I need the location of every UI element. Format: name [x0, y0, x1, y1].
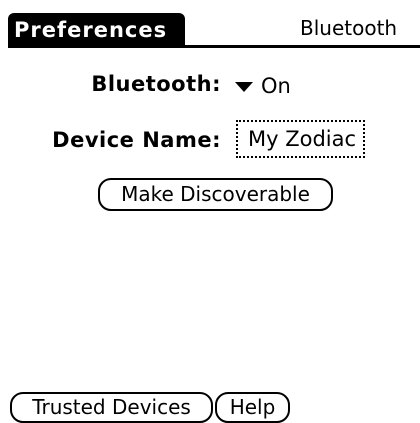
dropdown-arrow-icon	[235, 82, 253, 92]
title-underline	[8, 45, 420, 48]
bluetooth-label: Bluetooth:	[91, 72, 221, 96]
help-button[interactable]: Help	[215, 392, 290, 423]
bluetooth-state-value: On	[261, 74, 291, 98]
trusted-devices-button[interactable]: Trusted Devices	[10, 392, 213, 423]
panel-selector[interactable]: Bluetooth	[300, 14, 420, 42]
make-discoverable-button[interactable]: Make Discoverable	[98, 178, 333, 211]
bluetooth-state-trigger[interactable]: On	[235, 71, 291, 101]
app-title[interactable]: Preferences	[8, 13, 185, 47]
device-name-label: Device Name:	[52, 128, 221, 152]
title-bar: Preferences Bluetooth	[0, 0, 420, 50]
device-name-field[interactable]: My Zodiac	[236, 120, 365, 158]
